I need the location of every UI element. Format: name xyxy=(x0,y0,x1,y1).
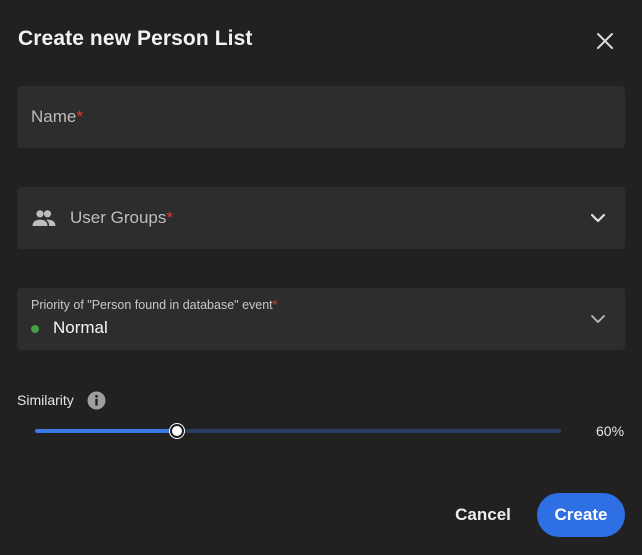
similarity-label: Similarity xyxy=(17,392,74,408)
create-button[interactable]: Create xyxy=(537,493,625,537)
dialog-title: Create new Person List xyxy=(18,27,253,50)
similarity-value: 60% xyxy=(596,423,625,439)
chevron-down-icon xyxy=(590,213,606,223)
required-mark: * xyxy=(166,208,173,227)
priority-select[interactable]: Priority of "Person found in database" e… xyxy=(17,288,625,350)
name-label: Name* xyxy=(31,107,83,126)
close-button[interactable] xyxy=(590,26,620,56)
create-person-list-dialog: Create new Person List Name* User Groups… xyxy=(0,0,642,555)
cancel-button[interactable]: Cancel xyxy=(446,494,520,536)
similarity-slider-thumb[interactable] xyxy=(170,424,185,438)
priority-value: Normal xyxy=(53,318,108,337)
info-icon[interactable] xyxy=(87,391,106,410)
required-mark: * xyxy=(272,298,278,312)
priority-status-dot xyxy=(31,325,39,333)
similarity-slider-fill xyxy=(35,429,178,433)
people-icon xyxy=(32,210,56,226)
required-mark: * xyxy=(76,107,83,126)
user-groups-select[interactable]: User Groups* xyxy=(17,187,625,249)
similarity-slider[interactable] xyxy=(35,424,561,438)
name-field[interactable]: Name* xyxy=(17,86,625,148)
close-icon xyxy=(597,33,613,49)
user-groups-label: User Groups* xyxy=(70,208,173,227)
priority-label: Priority of "Person found in database" e… xyxy=(31,298,278,312)
chevron-down-icon xyxy=(591,315,605,323)
